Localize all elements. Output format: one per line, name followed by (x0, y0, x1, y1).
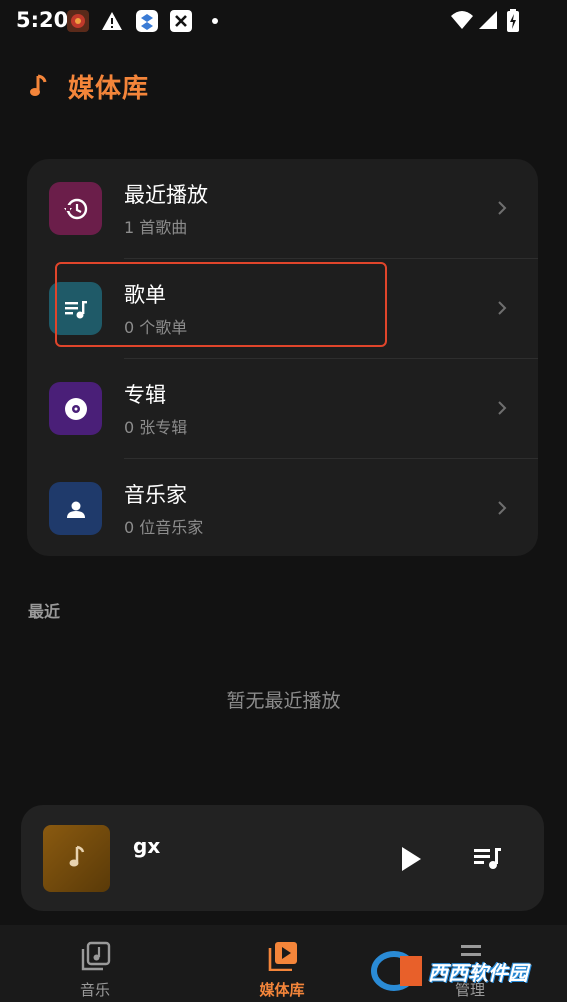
x-app-icon (170, 10, 192, 32)
dot-icon (208, 10, 230, 32)
library-item-artists[interactable]: 音乐家 0 位音乐家 (27, 459, 538, 556)
battery-charging-icon (506, 9, 520, 37)
nav-label: 音乐 (79, 981, 110, 999)
empty-state-text: 暂无最近播放 (226, 690, 341, 712)
library-item-title: 歌单 (124, 283, 166, 307)
person-icon (49, 482, 102, 535)
page-header: 媒体库 (28, 64, 149, 108)
music-note-icon (66, 844, 88, 874)
watermark-text: 西西软件园 (428, 960, 528, 985)
library-item-subtitle: 0 个歌单 (124, 318, 188, 337)
library-item-albums[interactable]: 专辑 0 张专辑 (27, 359, 538, 458)
signal-icon (478, 9, 498, 35)
nav-label: 媒体库 (259, 981, 305, 999)
album-art (43, 825, 110, 892)
nav-item-music[interactable]: 音乐 (35, 925, 155, 1002)
dropbox-icon (136, 10, 158, 32)
wifi-icon (450, 9, 474, 35)
warning-icon (101, 10, 123, 32)
history-icon (49, 182, 102, 235)
chevron-right-icon (496, 499, 508, 517)
library-item-subtitle: 0 张专辑 (124, 418, 188, 437)
section-label-recent: 最近 (28, 602, 61, 621)
nav-item-media-library[interactable]: 媒体库 (222, 925, 342, 1002)
queue-icon[interactable] (473, 845, 503, 871)
library-item-playlists[interactable]: 歌单 0 个歌单 (27, 259, 538, 358)
status-time: 5:20 (16, 8, 69, 32)
music-library-icon (81, 941, 111, 971)
library-item-subtitle: 0 位音乐家 (124, 518, 204, 537)
watermark-logo: 西西软件园 (370, 946, 550, 996)
mini-player[interactable]: gx (21, 805, 544, 911)
chevron-right-icon (496, 199, 508, 217)
page-title: 媒体库 (68, 73, 150, 104)
media-library-icon (268, 941, 298, 972)
chevron-right-icon (496, 399, 508, 417)
now-playing-title: gx (133, 834, 161, 858)
playlist-icon (49, 282, 102, 335)
library-card: 最近播放 1 首歌曲 歌单 0 个歌单 专辑 0 张专辑 音乐家 0 位音乐家 (27, 159, 538, 556)
status-bar: 5:20 (0, 0, 567, 44)
library-item-title: 音乐家 (124, 483, 187, 507)
library-item-recent[interactable]: 最近播放 1 首歌曲 (27, 159, 538, 258)
library-item-subtitle: 1 首歌曲 (124, 218, 188, 237)
music-note-icon (28, 72, 50, 100)
album-icon (49, 382, 102, 435)
library-item-title: 专辑 (124, 383, 166, 407)
app-notification-icon (67, 10, 89, 32)
chevron-right-icon (496, 299, 508, 317)
library-item-title: 最近播放 (124, 183, 208, 207)
play-icon[interactable] (398, 845, 424, 873)
